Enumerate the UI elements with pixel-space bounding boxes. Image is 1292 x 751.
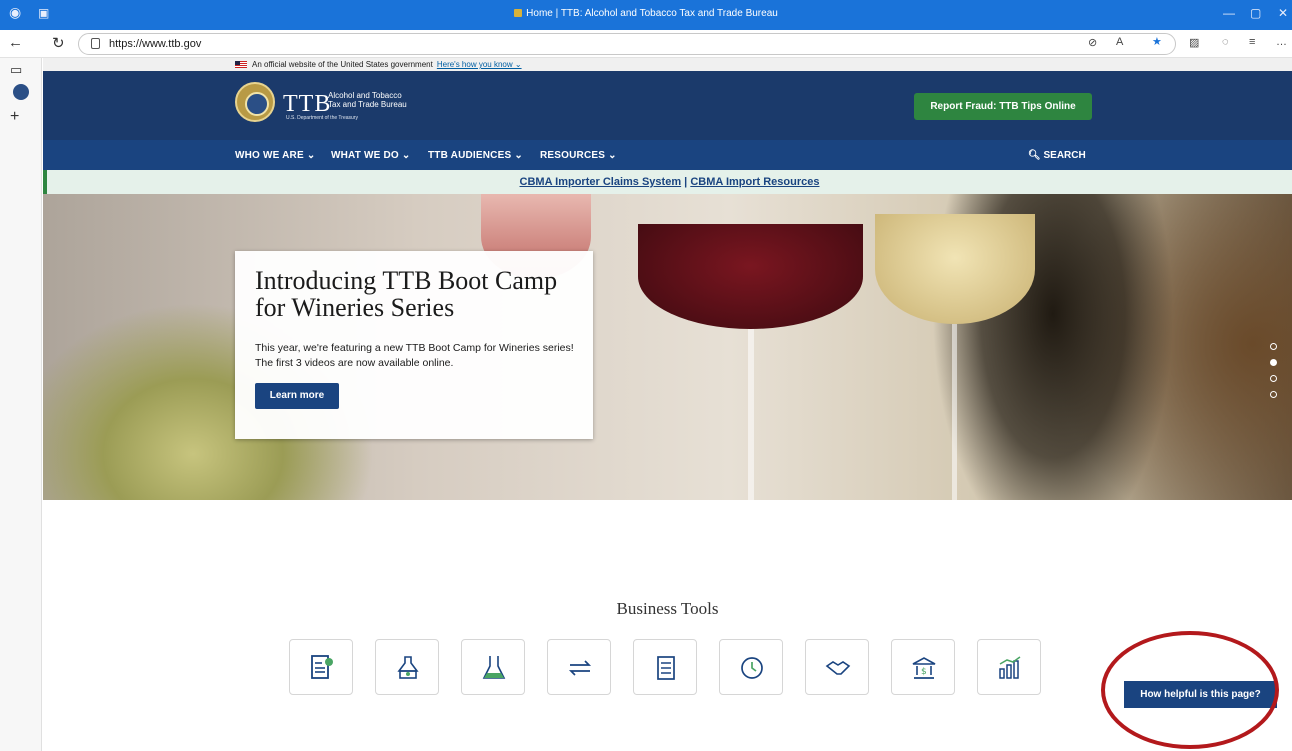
alert-separator: |	[681, 176, 691, 188]
window-title-text: Home | TTB: Alcohol and Tobacco Tax and …	[526, 8, 778, 19]
browser-essentials-icon[interactable]: ◌	[1222, 36, 1229, 48]
carousel-dot-1[interactable]	[1270, 343, 1277, 350]
browser-sidebar: ▭ +	[0, 58, 42, 751]
tool-still[interactable]	[375, 639, 439, 695]
nav-ttb-audiences[interactable]: TTB AUDIENCES ⌄	[428, 150, 523, 161]
tool-treasury[interactable]: $	[891, 639, 955, 695]
tool-statistics[interactable]	[977, 639, 1041, 695]
search-label: SEARCH	[1043, 150, 1086, 161]
hero-carousel: Introducing TTB Boot Camp for Wineries S…	[43, 194, 1292, 500]
back-arrow-icon[interactable]: ←	[8, 34, 23, 51]
lab-flask-icon	[482, 656, 506, 679]
tool-documents[interactable]	[633, 639, 697, 695]
carousel-title: Introducing TTB Boot Camp for Wineries S…	[255, 266, 558, 322]
logo-fullname[interactable]: Alcohol and Tobacco Tax and Trade Bureau	[328, 91, 407, 109]
carousel-card: Introducing TTB Boot Camp for Wineries S…	[235, 251, 593, 439]
site-header: TTB Alcohol and Tobacco Tax and Trade Bu…	[43, 71, 1292, 140]
window-title: Home | TTB: Alcohol and Tobacco Tax and …	[0, 8, 1292, 19]
nav-resources[interactable]: RESOURCES ⌄	[540, 150, 617, 161]
report-fraud-button[interactable]: Report Fraud: TTB Tips Online	[914, 93, 1092, 120]
logo-department: U.S. Department of the Treasury	[286, 115, 358, 121]
more-menu-icon[interactable]: …	[1276, 36, 1287, 48]
new-tab-plus-icon[interactable]: +	[10, 108, 19, 126]
white-glass-stem-image	[952, 324, 957, 500]
tool-exchange[interactable]	[547, 639, 611, 695]
read-aloud-icon[interactable]: A	[1116, 36, 1123, 48]
red-wine-glass-image	[638, 224, 863, 329]
address-bar-row: ← ↻ https://www.ttb.gov ⊘ A ★ ▨ ◌ ≡ …	[0, 30, 1292, 58]
business-tools-title: Business Tools	[616, 599, 719, 618]
close-window-button[interactable]: ✕	[1278, 6, 1288, 20]
carousel-dot-2[interactable]	[1270, 359, 1277, 366]
browser-title-bar: ◉ ▣ Home | TTB: Alcohol and Tobacco Tax …	[0, 0, 1292, 30]
cbma-alert-bar: CBMA Importer Claims System | CBMA Impor…	[43, 170, 1292, 194]
address-bar[interactable]: https://www.ttb.gov	[78, 33, 1176, 55]
learn-more-button[interactable]: Learn more	[255, 383, 339, 409]
tool-permit[interactable]	[289, 639, 353, 695]
lock-icon	[91, 38, 100, 49]
minimize-button[interactable]: —	[1223, 6, 1235, 20]
search-button[interactable]: 🔍︎ SEARCH	[1028, 150, 1086, 161]
exchange-icon	[568, 660, 592, 676]
gov-banner: An official website of the United States…	[43, 58, 1292, 71]
nav-who-we-are[interactable]: WHO WE ARE ⌄	[235, 150, 315, 161]
logo-line2: Tax and Trade Bureau	[328, 100, 407, 109]
tool-handshake[interactable]	[805, 639, 869, 695]
refresh-icon[interactable]: ↻	[52, 34, 65, 52]
cbma-claims-link[interactable]: CBMA Importer Claims System	[520, 176, 682, 188]
treasury-seal-logo[interactable]	[235, 82, 275, 122]
search-icon: 🔍︎	[1028, 150, 1044, 161]
documents-icon	[657, 656, 675, 680]
treasury-icon: $	[912, 657, 936, 679]
logo-line1: Alcohol and Tobacco	[328, 91, 402, 100]
gov-banner-text: An official website of the United States…	[252, 60, 433, 69]
red-glass-stem-image	[748, 329, 754, 500]
clock-icon	[741, 657, 763, 679]
carousel-dot-4[interactable]	[1270, 391, 1277, 398]
carousel-body: This year, we're featuring a new TTB Boo…	[255, 342, 574, 369]
tool-lab[interactable]	[461, 639, 525, 695]
permit-icon	[311, 655, 333, 679]
tool-clock[interactable]	[719, 639, 783, 695]
svg-text:$: $	[921, 667, 927, 677]
web-page: An official website of the United States…	[43, 58, 1292, 751]
cbma-resources-link[interactable]: CBMA Import Resources	[690, 176, 819, 188]
favorite-star-icon[interactable]: ★	[1152, 35, 1162, 48]
annotation-highlight-circle	[1101, 631, 1279, 749]
ttb-tab-icon[interactable]	[13, 84, 29, 100]
restore-button[interactable]: ▢	[1250, 6, 1261, 20]
tracking-prevention-icon[interactable]: ⊘	[1088, 36, 1097, 49]
logo-abbreviation[interactable]: TTB	[283, 91, 331, 118]
nav-what-we-do[interactable]: WHAT WE DO ⌄	[331, 150, 410, 161]
main-navigation: WHO WE ARE ⌄ WHAT WE DO ⌄ TTB AUDIENCES …	[43, 140, 1292, 170]
extension-icon[interactable]: ▨	[1189, 36, 1199, 49]
white-wine-glass-image	[875, 214, 1035, 324]
us-flag-icon	[235, 61, 247, 68]
favorites-list-icon[interactable]: ≡	[1249, 36, 1255, 48]
url-text[interactable]: https://www.ttb.gov	[109, 38, 201, 50]
heres-how-you-know-link[interactable]: Here's how you know ⌄	[437, 60, 522, 69]
handshake-icon	[825, 661, 851, 675]
statistics-icon	[999, 656, 1021, 679]
carousel-dot-3[interactable]	[1270, 375, 1277, 382]
tab-panel-icon[interactable]: ▭	[10, 62, 22, 78]
tab-favicon-icon	[514, 9, 523, 17]
still-icon	[397, 656, 419, 679]
